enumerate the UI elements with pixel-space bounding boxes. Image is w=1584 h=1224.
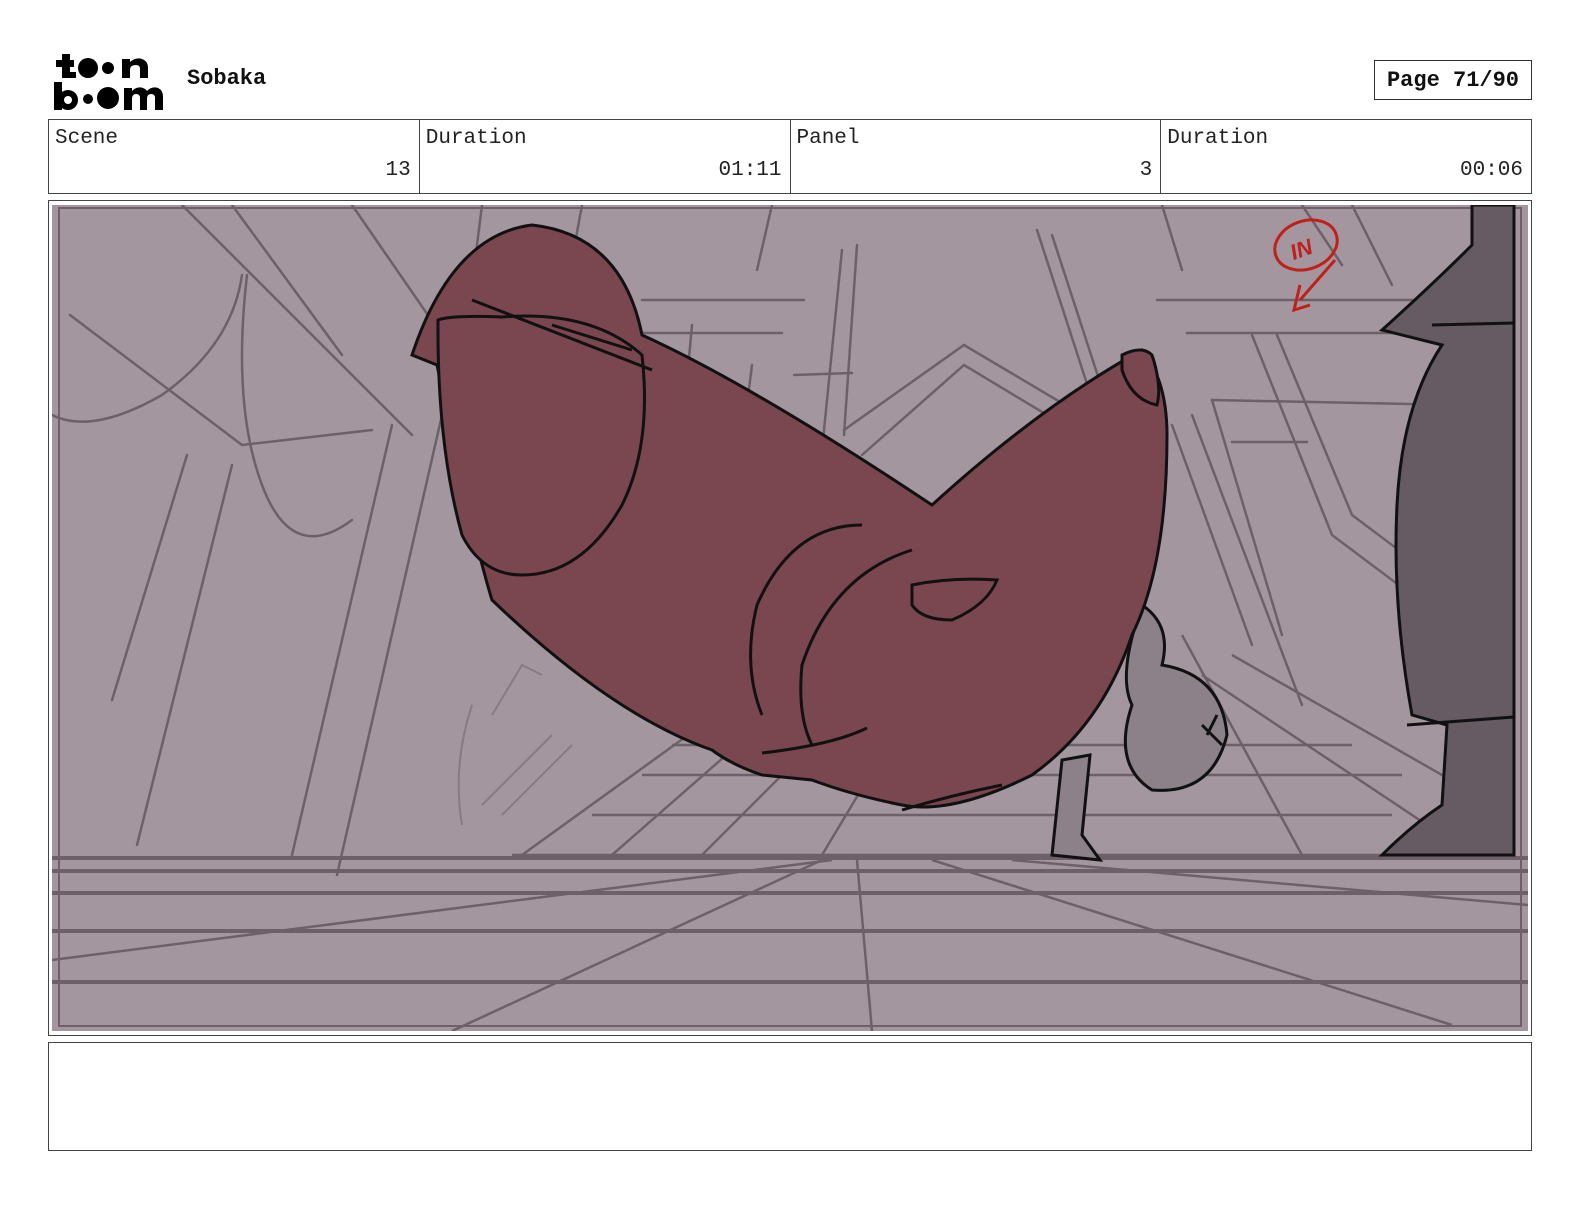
panel-label: Panel (796, 127, 860, 150)
scene-info-table: Scene 13 Duration 01:11 Panel 3 Duration… (48, 119, 1532, 194)
scene-duration-label: Duration (425, 127, 527, 150)
panel-value: 3 (1139, 159, 1153, 182)
scene-label: Scene (55, 127, 119, 150)
scene-cell: Scene 13 (49, 120, 420, 193)
scene-duration-value: 01:11 (718, 159, 782, 182)
panel-duration-value: 00:06 (1459, 159, 1523, 182)
panel-notes-text (49, 1043, 1531, 1059)
panel-notes-box (48, 1042, 1532, 1151)
project-title: Sobaka (187, 66, 267, 91)
storyboard-panel-image: IN (52, 205, 1528, 1031)
toonboom-logo (54, 54, 163, 110)
panel-cell: Panel 3 (791, 120, 1162, 193)
page-indicator: Page 71/90 (1374, 60, 1532, 100)
scene-value: 13 (385, 159, 411, 182)
panel-duration-cell: Duration 00:06 (1161, 120, 1531, 193)
panel-duration-label: Duration (1167, 127, 1269, 150)
scene-duration-cell: Duration 01:11 (420, 120, 791, 193)
